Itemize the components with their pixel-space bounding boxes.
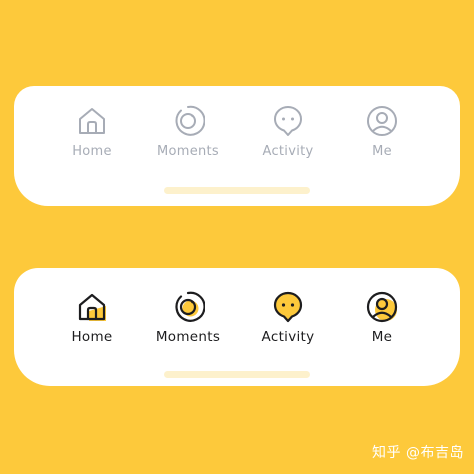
activity-icon — [271, 290, 305, 324]
profile-icon — [365, 104, 399, 138]
tab-activity[interactable]: Activity — [238, 268, 338, 386]
profile-icon — [365, 290, 399, 324]
home-icon — [75, 104, 109, 138]
tab-label: Me — [372, 144, 392, 159]
tab-label: Home — [72, 144, 112, 159]
tab-label: Activity — [262, 144, 314, 159]
tab-label: Home — [71, 329, 113, 345]
tab-home[interactable]: Home — [42, 268, 142, 386]
tab-label: Moments — [155, 329, 221, 345]
tab-moments[interactable]: Moments — [138, 268, 238, 386]
home-indicator — [164, 187, 310, 194]
watermark: 知乎 @布吉岛 — [372, 445, 464, 461]
tab-bar-inactive: Home Moments Activity Me — [14, 86, 460, 206]
tab-bar-active: Home Moments Activity Me — [14, 268, 460, 386]
moments-icon — [171, 104, 205, 138]
tab-me[interactable]: Me — [332, 86, 432, 206]
tab-label: Me — [371, 329, 393, 345]
home-icon — [75, 290, 109, 324]
activity-icon — [271, 104, 305, 138]
tab-label: Moments — [156, 144, 220, 159]
moments-icon — [171, 290, 205, 324]
home-indicator — [164, 371, 310, 378]
tab-home[interactable]: Home — [42, 86, 142, 206]
tab-me[interactable]: Me — [332, 268, 432, 386]
tab-label: Activity — [261, 329, 315, 345]
